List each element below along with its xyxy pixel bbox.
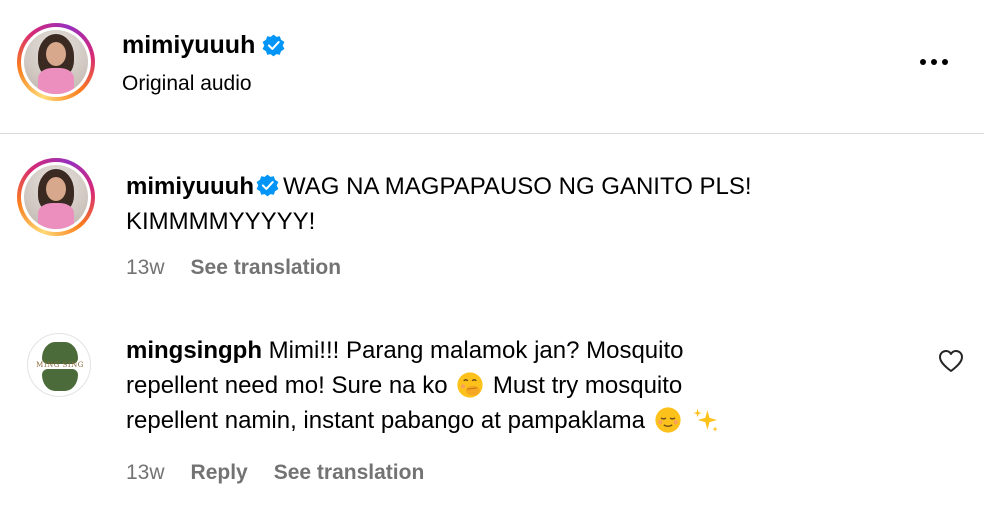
- divider: [0, 133, 984, 134]
- caption-text-line2: KIMMMMYYYYY!: [126, 208, 316, 235]
- brand-logo-text: MING SING: [36, 361, 84, 369]
- comment-username[interactable]: mingsingph: [126, 337, 262, 364]
- comment-text-line1: Mimi!!! Parang malamok jan? Mosquito: [268, 337, 684, 364]
- comment-reply-button[interactable]: Reply: [191, 461, 248, 485]
- comment-avatar[interactable]: MING SING: [27, 333, 91, 397]
- caption-text: WAG NA MAGPAPAUSO NG GANITO PLS!: [283, 173, 752, 200]
- caption-body: mimiyuuuh WAG NA MAGPAPAUSO NG GANITO PLS…: [126, 169, 886, 239]
- caption-avatar[interactable]: [17, 158, 95, 236]
- caption-timestamp[interactable]: 13w: [126, 256, 165, 280]
- more-horizontal-icon[interactable]: [920, 52, 952, 72]
- reel-header: mimiyuuuh Original audio: [0, 0, 984, 134]
- face-with-hand-over-mouth-emoji-icon: [457, 372, 483, 398]
- comment-meta: 13w Reply See translation: [126, 461, 424, 485]
- comment-timestamp[interactable]: 13w: [126, 461, 165, 485]
- audio-link[interactable]: Original audio: [122, 72, 252, 96]
- header-username-link[interactable]: mimiyuuuh: [122, 31, 285, 60]
- comment-text-line2b: Must try mosquito: [492, 372, 683, 399]
- comment-body: mingsingph Mimi!!! Parang malamok jan? M…: [126, 333, 916, 438]
- sparkles-emoji-icon: [693, 408, 719, 432]
- like-heart-icon[interactable]: [938, 349, 964, 373]
- caption-username[interactable]: mimiyuuuh: [126, 173, 254, 200]
- caption-see-translation-button[interactable]: See translation: [191, 256, 342, 280]
- comment-text-line3: repellent namin, instant pabango at pamp…: [126, 407, 645, 434]
- relieved-face-emoji-icon: [655, 407, 681, 433]
- comment-text-line2a: repellent need mo! Sure na ko: [126, 372, 448, 399]
- header-username[interactable]: mimiyuuuh: [122, 31, 255, 60]
- verified-badge-icon: [262, 34, 285, 57]
- comment-see-translation-button[interactable]: See translation: [274, 461, 425, 485]
- header-avatar[interactable]: [17, 23, 95, 101]
- caption-meta: 13w See translation: [126, 256, 341, 280]
- verified-badge-icon: [256, 174, 279, 197]
